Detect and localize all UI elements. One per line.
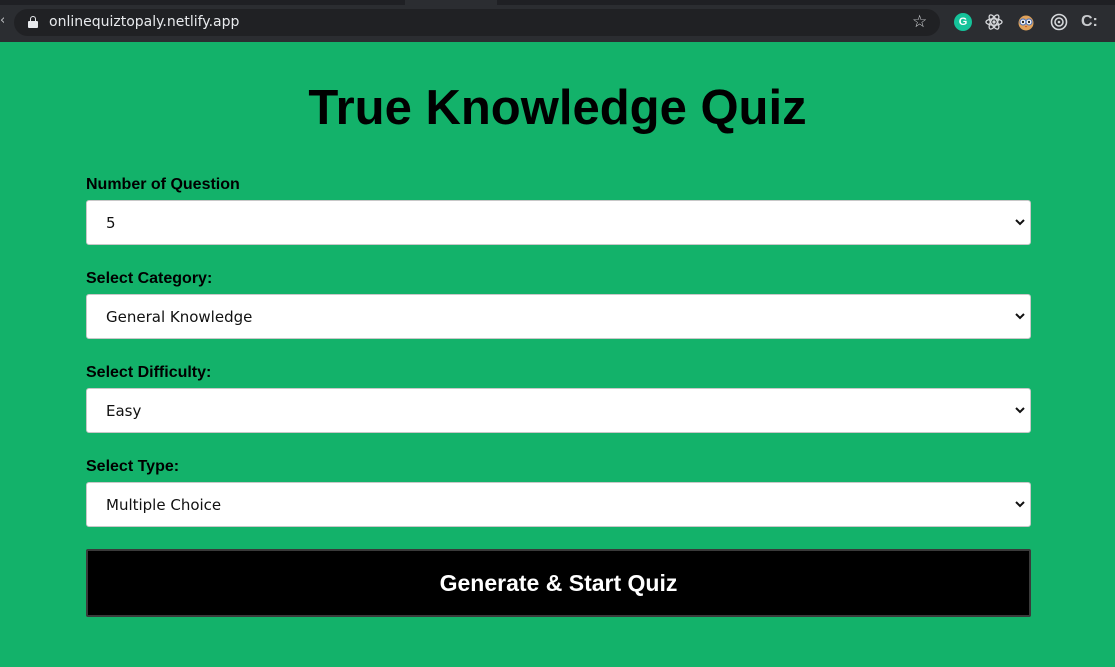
tab-strip — [0, 0, 1115, 5]
number-of-question-label: Number of Question — [86, 176, 240, 193]
address-bar[interactable]: onlinequiztopaly.netlify.app ☆ — [14, 9, 940, 36]
grammarly-icon[interactable]: G — [954, 13, 972, 31]
active-tab[interactable] — [405, 0, 497, 5]
chevron-down-icon — [1015, 313, 1025, 320]
chevron-down-icon — [1015, 501, 1025, 508]
back-icon[interactable]: ‹ — [0, 14, 6, 28]
lock-icon[interactable] — [28, 16, 38, 28]
number-of-question-value: 5 — [106, 214, 116, 232]
category-label: Select Category: — [86, 270, 213, 287]
star-icon[interactable]: ☆ — [912, 12, 927, 32]
page-title: True Knowledge Quiz — [308, 81, 807, 135]
generate-start-quiz-button[interactable]: Generate & Start Quiz — [86, 549, 1031, 617]
browser-toolbar: ‹ onlinequiztopaly.netlify.app ☆ G C: — [0, 0, 1115, 42]
category-value: General Knowledge — [106, 308, 253, 326]
category-select[interactable]: General Knowledge — [86, 294, 1031, 339]
chevron-down-icon — [1015, 219, 1025, 226]
difficulty-value: Easy — [106, 402, 142, 420]
type-label: Select Type: — [86, 458, 180, 475]
difficulty-select[interactable]: Easy — [86, 388, 1031, 433]
owl-extension-icon[interactable] — [1017, 13, 1035, 31]
address-bar-url[interactable]: onlinequiztopaly.netlify.app — [49, 14, 239, 31]
react-devtools-icon[interactable] — [985, 13, 1003, 31]
number-of-question-select[interactable]: 5 — [86, 200, 1031, 245]
type-value: Multiple Choice — [106, 496, 222, 514]
c-extension-icon[interactable]: C: — [1081, 13, 1099, 31]
chevron-down-icon — [1015, 407, 1025, 414]
difficulty-label: Select Difficulty: — [86, 364, 212, 381]
type-select[interactable]: Multiple Choice — [86, 482, 1031, 527]
target-extension-icon[interactable] — [1050, 13, 1068, 31]
